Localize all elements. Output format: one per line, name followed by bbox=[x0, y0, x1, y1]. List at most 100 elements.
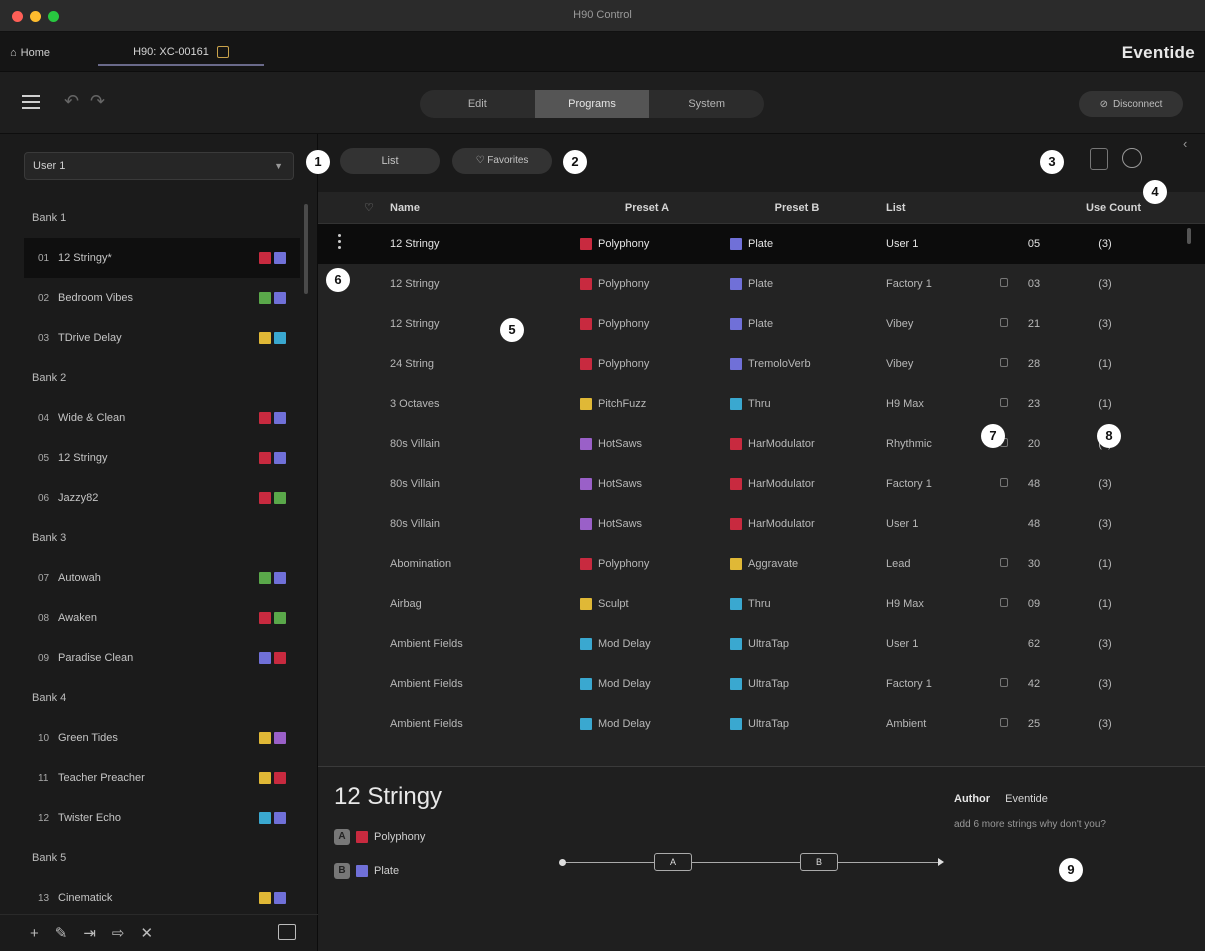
effect-icon bbox=[730, 678, 742, 690]
export-icon[interactable]: ⇨ bbox=[112, 924, 125, 942]
tab-home[interactable]: ⌂ Home bbox=[10, 42, 50, 64]
tab-programs[interactable]: Programs bbox=[534, 90, 650, 118]
cell-list: H9 Max bbox=[886, 398, 924, 410]
effect-icons bbox=[259, 412, 300, 424]
sidebar-preset-item[interactable]: 04 Wide & Clean bbox=[24, 398, 300, 438]
redo-icon[interactable]: ↷ bbox=[90, 91, 105, 112]
effect-icon bbox=[730, 398, 742, 410]
cell-use-count: (1) bbox=[1098, 598, 1112, 610]
table-row[interactable]: 3 Octaves PitchFuzz Thru H9 Max 23 (1) bbox=[318, 384, 1205, 424]
preset-number: 04 bbox=[38, 412, 50, 424]
sidebar-preset-item[interactable]: 06 Jazzy82 bbox=[24, 478, 300, 518]
effect-icon bbox=[580, 318, 592, 330]
table-row[interactable]: Ambient Fields Mod Delay UltraTap Ambient 25… bbox=[318, 704, 1205, 744]
sidebar-scrollbar[interactable] bbox=[304, 204, 308, 294]
cell-use-count: (3) bbox=[1098, 238, 1112, 250]
effect-icons bbox=[259, 452, 300, 464]
chain-block-a[interactable]: A bbox=[654, 853, 692, 871]
settings-icon[interactable] bbox=[1122, 148, 1142, 168]
cell-name: Ambient Fields bbox=[390, 718, 463, 730]
import-icon[interactable]: ⇥ bbox=[83, 924, 96, 942]
column-name[interactable]: Name bbox=[372, 202, 572, 214]
delete-icon[interactable]: ✕ bbox=[141, 924, 154, 942]
brand-logo: Eventide bbox=[1121, 43, 1195, 62]
effect-icons bbox=[259, 772, 300, 784]
sidebar-preset-item[interactable]: 11 Teacher Preacher bbox=[24, 758, 300, 798]
save-icon[interactable] bbox=[1090, 148, 1108, 170]
plate-icon bbox=[356, 865, 368, 877]
preset-name: Cinematick bbox=[58, 892, 113, 904]
undo-icon[interactable]: ↶ bbox=[64, 91, 79, 112]
preset-b-row[interactable]: B Plate bbox=[334, 863, 399, 879]
disconnect-button[interactable]: ⊘ Disconnect bbox=[1079, 91, 1183, 117]
effect-icon bbox=[730, 598, 742, 610]
effect-icon bbox=[730, 238, 742, 250]
edit-icon[interactable]: ✎ bbox=[55, 924, 68, 942]
tab-device[interactable]: H90: XC-00161 bbox=[98, 40, 264, 66]
sidebar-preset-item[interactable]: 10 Green Tides bbox=[24, 718, 300, 758]
tab-edit[interactable]: Edit bbox=[420, 90, 535, 118]
rename-device-icon[interactable] bbox=[216, 46, 229, 58]
table-row[interactable]: 12 Stringy Polyphony Plate Factory 1 03 (3) bbox=[318, 264, 1205, 304]
cell-preset-b: UltraTap bbox=[722, 718, 872, 730]
cell-slot: 21 bbox=[1027, 318, 1041, 330]
sidebar-preset-item[interactable]: 08 Awaken bbox=[24, 598, 300, 638]
column-use-count[interactable]: Use Count bbox=[1022, 202, 1205, 214]
table-row[interactable]: 12 Stringy Polyphony Plate User 1 05 (3) bbox=[318, 224, 1205, 264]
sidebar-preset-item[interactable]: 02 Bedroom Vibes bbox=[24, 278, 300, 318]
table-row[interactable]: 12 Stringy Polyphony Plate Vibey 21 (3) bbox=[318, 304, 1205, 344]
callout-1: 1 bbox=[306, 150, 330, 174]
preset-a-row[interactable]: A Polyphony bbox=[334, 829, 425, 845]
table-row[interactable]: 80s Villain HotSaws HarModulator User 1 48 (3… bbox=[318, 504, 1205, 544]
effect-icons bbox=[259, 652, 300, 664]
sidebar-preset-item[interactable]: 03 TDrive Delay bbox=[24, 318, 300, 358]
effect-icon bbox=[580, 518, 592, 530]
cell-lock bbox=[972, 278, 1008, 290]
tab-system[interactable]: System bbox=[649, 90, 764, 118]
table-row[interactable]: Ambient Fields Mod Delay UltraTap Factory 1… bbox=[318, 664, 1205, 704]
column-list[interactable]: List bbox=[872, 202, 1022, 214]
menu-icon[interactable] bbox=[22, 95, 40, 109]
cell-preset-a: Polyphony bbox=[572, 558, 722, 570]
favorite-column-icon[interactable]: ♡ bbox=[318, 201, 374, 214]
table-row[interactable]: 80s Villain HotSaws HarModulator Rhythmic 20… bbox=[318, 424, 1205, 464]
sidebar-preset-item[interactable]: 05 12 Stringy bbox=[24, 438, 300, 478]
preset-number: 01 bbox=[38, 252, 50, 264]
table-row[interactable]: 24 String Polyphony TremoloVerb Vibey 28 (1) bbox=[318, 344, 1205, 384]
effect-icons bbox=[259, 332, 300, 344]
preset-number: 02 bbox=[38, 292, 50, 304]
add-icon[interactable]: + bbox=[30, 925, 39, 942]
preset-b-label: UltraTap bbox=[748, 678, 789, 690]
sidebar-preset-item[interactable]: 01 12 Stringy* bbox=[24, 238, 300, 278]
chain-block-b[interactable]: B bbox=[800, 853, 838, 871]
effect-icon bbox=[274, 772, 286, 784]
cell-lock bbox=[972, 718, 1008, 730]
table-row[interactable]: Abomination Polyphony Aggravate Lead 30 (1) bbox=[318, 544, 1205, 584]
effect-icon bbox=[730, 718, 742, 730]
favorites-filter-button[interactable]: ♡ Favorites bbox=[452, 148, 552, 174]
effect-icon bbox=[274, 732, 286, 744]
sidebar-preset-item[interactable]: 07 Autowah bbox=[24, 558, 300, 598]
column-preset-b[interactable]: Preset B bbox=[722, 202, 872, 214]
effect-icon bbox=[580, 278, 592, 290]
sidebar-preset-item[interactable]: 12 Twister Echo bbox=[24, 798, 300, 838]
bank-header: Bank 2 bbox=[32, 372, 67, 384]
cell-use-count: (3) bbox=[1098, 718, 1112, 730]
sidebar-preset-item[interactable]: 09 Paradise Clean bbox=[24, 638, 300, 678]
table-scrollbar[interactable] bbox=[1187, 228, 1191, 244]
sidebar-preset-item[interactable]: 13 Cinematick bbox=[24, 878, 300, 918]
collapse-panel-icon[interactable]: ‹ bbox=[1183, 136, 1187, 151]
effect-icon bbox=[730, 558, 742, 570]
cell-list: Factory 1 bbox=[886, 278, 932, 290]
table-row[interactable]: Ambient Fields Mod Delay UltraTap User 1 62 (… bbox=[318, 624, 1205, 664]
home-icon: ⌂ bbox=[10, 47, 17, 59]
table-row[interactable]: Airbag Sculpt Thru H9 Max 09 (1) bbox=[318, 584, 1205, 624]
callout-6: 6 bbox=[326, 268, 350, 292]
table-row[interactable]: 80s Villain HotSaws HarModulator Factory 1 4… bbox=[318, 464, 1205, 504]
archive-icon[interactable] bbox=[278, 924, 296, 940]
list-select[interactable]: User 1 ▼ bbox=[24, 152, 294, 180]
list-filter-button[interactable]: List bbox=[340, 148, 440, 174]
lock-icon bbox=[1000, 478, 1008, 487]
row-menu-icon[interactable] bbox=[338, 234, 341, 252]
column-preset-a[interactable]: Preset A bbox=[572, 202, 722, 214]
